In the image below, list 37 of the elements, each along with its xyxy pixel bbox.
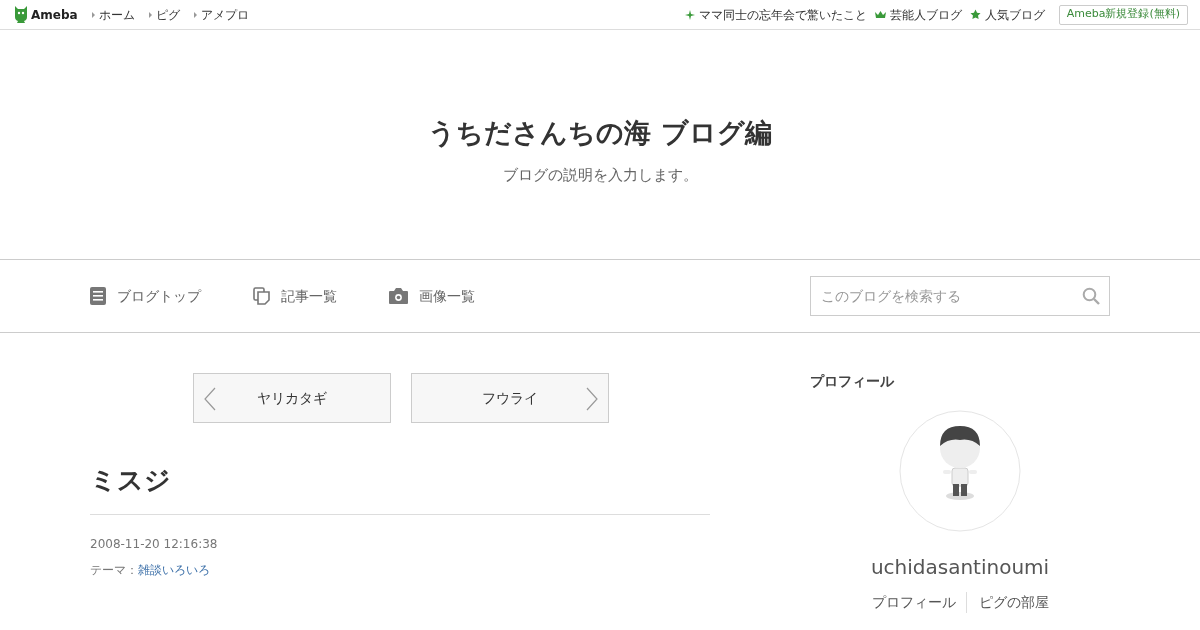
crown-icon	[874, 9, 886, 20]
document-icon	[90, 287, 106, 305]
profile-name[interactable]: uchidasantinoumi	[870, 552, 1050, 582]
header-link[interactable]: アメプロ	[200, 5, 249, 24]
article-title[interactable]: ミスジ	[90, 461, 710, 515]
article-date: 2008-11-20 12:16:38	[90, 536, 219, 553]
star-icon	[969, 9, 981, 20]
profile-heading: プロフィール	[810, 372, 895, 391]
profile-link[interactable]: ピグの部屋	[965, 592, 1049, 613]
copy-icon	[253, 287, 270, 305]
caret-icon	[91, 11, 95, 18]
header-link[interactable]: ママ同士の忘年会で驚いたこと	[698, 5, 867, 24]
monster-icon	[14, 6, 28, 23]
chevron-right-icon	[586, 387, 598, 411]
nav-link[interactable]: 画像一覧	[419, 285, 475, 307]
chevron-left-icon	[204, 387, 216, 411]
profile-link[interactable]: プロフィール	[871, 592, 956, 613]
signup-button[interactable]: Ameba新規登録(無料)	[1058, 4, 1188, 25]
header-link[interactable]: 人気ブログ	[984, 5, 1045, 24]
caret-icon	[148, 11, 152, 18]
camera-icon	[389, 288, 408, 304]
header-link[interactable]: 芸能人ブログ	[889, 5, 962, 24]
next-post-button[interactable]: フウライ	[411, 373, 609, 423]
search-icon	[1082, 287, 1100, 305]
sparkle-icon	[684, 9, 695, 20]
header-link[interactable]: ピグ	[155, 5, 180, 24]
ameba-logo[interactable]: Ameba	[31, 5, 78, 24]
header-link[interactable]: ホーム	[98, 5, 135, 24]
previous-post-button[interactable]: ヤリカタギ	[193, 373, 391, 423]
theme-link[interactable]: 雑談いろいろ	[138, 561, 210, 579]
nav-link[interactable]: ブログトップ	[117, 285, 201, 307]
blog-title[interactable]: うちださんちの海 ブログ編	[428, 113, 772, 154]
theme-label: テーマ：	[90, 562, 138, 579]
caret-icon	[193, 11, 197, 18]
blog-description: ブログの説明を入力します。	[502, 164, 698, 186]
nav-link[interactable]: 記事一覧	[281, 285, 337, 307]
search-field[interactable]: このブログを検索する	[810, 276, 1110, 316]
